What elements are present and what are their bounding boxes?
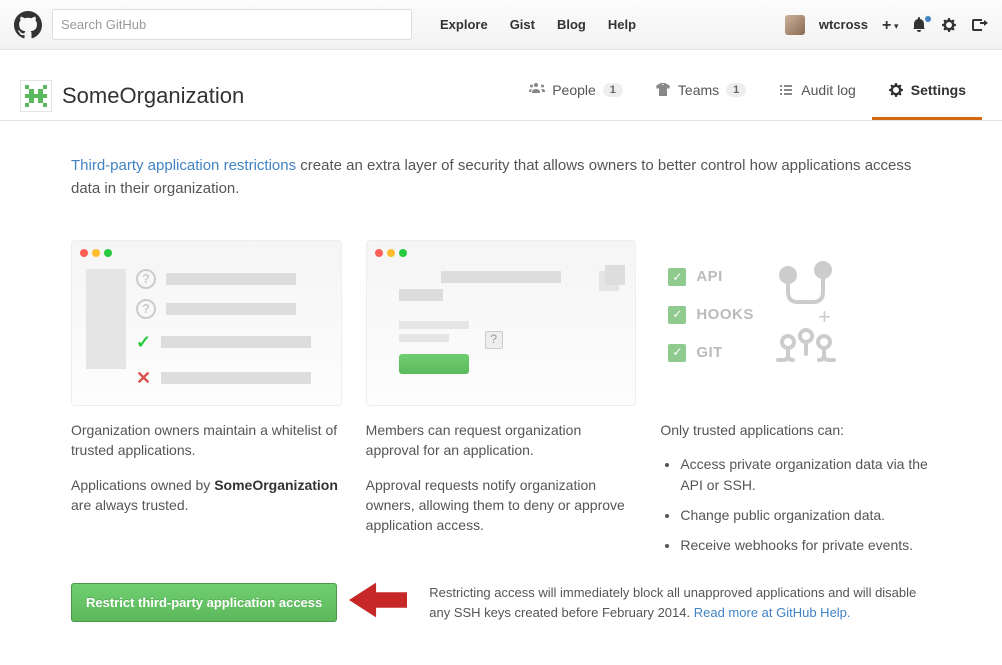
svg-text:+: + — [818, 304, 831, 329]
read-more-link[interactable]: Read more at GitHub Help. — [694, 605, 851, 620]
illustration-capabilities: API HOOKS GIT + — [660, 240, 931, 406]
question-icon: ? — [136, 299, 156, 319]
tab-people[interactable]: People 1 — [513, 72, 639, 120]
api-label: API — [696, 266, 723, 288]
tab-people-label: People — [552, 82, 596, 98]
intro-text: Third-party application restrictions cre… — [71, 155, 931, 200]
col-whitelist: ? ? ✓ ✕ Organization owners maintain a w… — [71, 240, 342, 565]
nav-gist[interactable]: Gist — [502, 17, 543, 32]
nav-blog[interactable]: Blog — [549, 17, 594, 32]
user-avatar[interactable] — [785, 15, 805, 35]
capabilities-list: Access private organization data via the… — [680, 454, 931, 555]
username-link[interactable]: wtcross — [819, 17, 868, 32]
tab-settings-label: Settings — [911, 82, 966, 98]
org-avatar[interactable] — [20, 80, 52, 112]
gear-icon — [888, 82, 904, 98]
col1-p2: Applications owned by SomeOrganization a… — [71, 475, 342, 516]
tab-teams[interactable]: Teams 1 — [639, 72, 762, 120]
jersey-icon — [655, 82, 671, 98]
people-count: 1 — [603, 83, 623, 97]
notification-indicator — [923, 14, 933, 24]
hooks-label: HOOKS — [696, 304, 754, 326]
restrict-warning-text: Restricting access will immediately bloc… — [429, 583, 931, 622]
list-item: Change public organization data. — [680, 505, 931, 525]
restrict-access-button[interactable]: Restrict third-party application access — [71, 583, 337, 622]
list-item: Access private organization data via the… — [680, 454, 931, 495]
tab-teams-label: Teams — [678, 82, 719, 98]
notifications-icon[interactable] — [912, 17, 928, 33]
list-icon — [778, 82, 794, 98]
third-party-restrictions-link[interactable]: Third-party application restrictions — [71, 157, 296, 174]
top-nav: Explore Gist Blog Help wtcross — [0, 0, 1002, 50]
create-new-dropdown[interactable] — [882, 17, 898, 33]
x-icon: ✕ — [136, 365, 151, 391]
git-label: GIT — [696, 342, 723, 364]
tab-settings[interactable]: Settings — [872, 72, 982, 120]
restrict-section: Restrict third-party application access … — [71, 583, 931, 624]
question-icon: ? — [485, 331, 503, 349]
search-wrapper[interactable] — [52, 9, 412, 40]
organization-icon — [529, 82, 545, 98]
col2-p1: Members can request organization approva… — [366, 420, 637, 461]
settings-third-party-content: Third-party application restrictions cre… — [71, 121, 931, 644]
callout-arrow-icon — [349, 579, 407, 624]
nav-help[interactable]: Help — [600, 17, 644, 32]
illustration-whitelist: ? ? ✓ ✕ — [71, 240, 342, 406]
network-graphic-icon: + — [768, 260, 838, 385]
nav-explore[interactable]: Explore — [432, 17, 496, 32]
col-trusted: API HOOKS GIT + Only trusted application… — [660, 240, 931, 565]
org-tabs: People 1 Teams 1 Audit log Settings — [513, 72, 982, 120]
col2-p2: Approval requests notify organization ow… — [366, 475, 637, 536]
col-approval: ? Members can request organization appro… — [366, 240, 637, 565]
list-item: Receive webhooks for private events. — [680, 535, 931, 555]
illustration-approval: ? — [366, 240, 637, 406]
tab-auditlog-label: Audit log — [801, 82, 855, 98]
teams-count: 1 — [726, 83, 746, 97]
user-menu-area: wtcross — [785, 15, 988, 35]
primary-nav-links: Explore Gist Blog Help — [432, 17, 644, 32]
check-icon: ✓ — [136, 329, 151, 355]
check-icon — [668, 306, 686, 324]
search-input[interactable] — [53, 10, 411, 39]
org-name[interactable]: SomeOrganization — [62, 83, 244, 109]
documents-icon — [599, 265, 629, 295]
signout-icon[interactable] — [972, 17, 988, 33]
github-logo-icon[interactable] — [14, 11, 42, 39]
tab-auditlog[interactable]: Audit log — [762, 72, 871, 120]
check-icon — [668, 344, 686, 362]
col1-p1: Organization owners maintain a whitelist… — [71, 420, 342, 461]
approve-button-illustration — [399, 354, 469, 374]
check-icon — [668, 268, 686, 286]
col3-title: Only trusted applications can: — [660, 420, 931, 440]
settings-icon[interactable] — [942, 17, 958, 33]
question-icon: ? — [136, 269, 156, 289]
org-header: SomeOrganization People 1 Teams 1 Audit … — [0, 50, 1002, 120]
